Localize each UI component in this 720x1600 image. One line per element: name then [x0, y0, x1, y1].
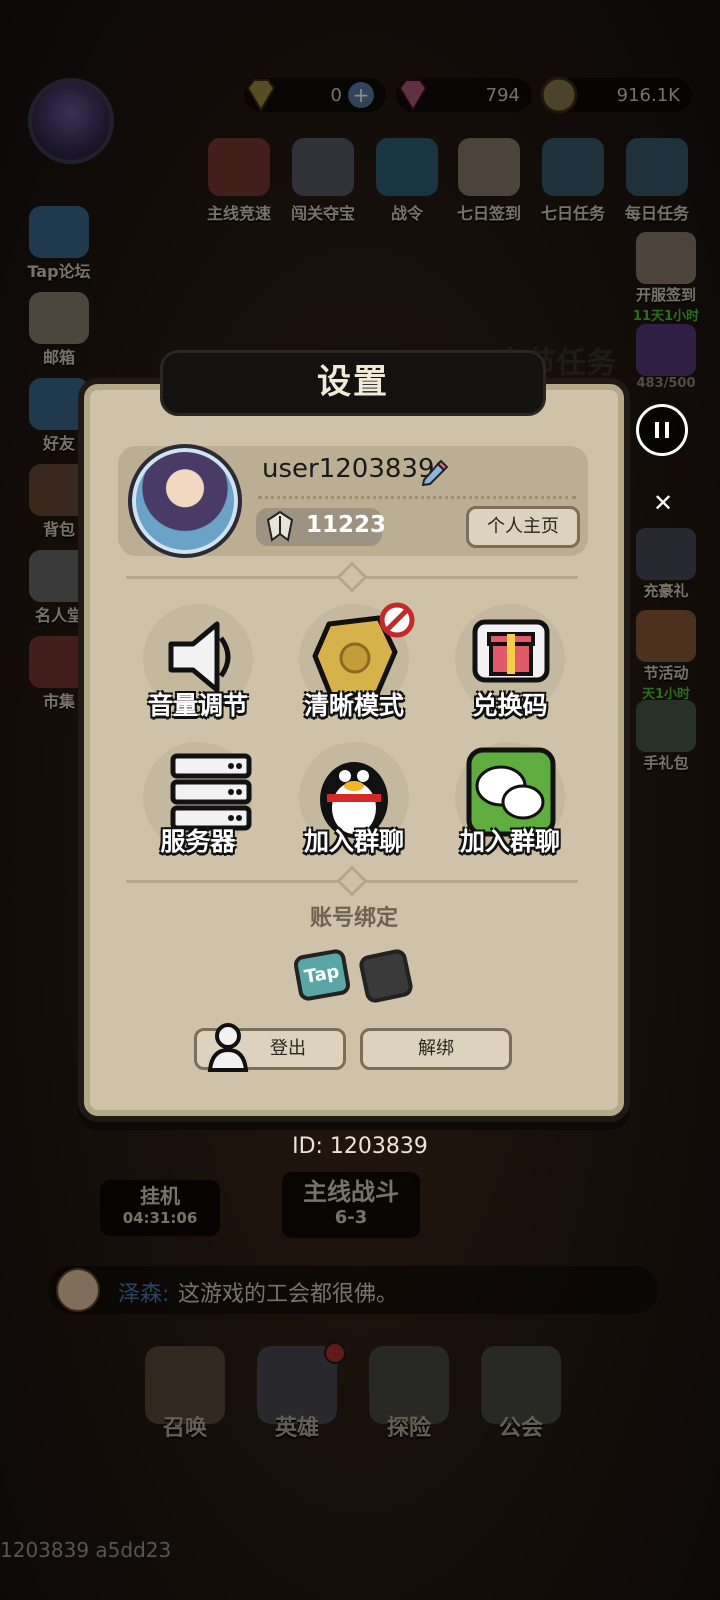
account-bind-label: 账号绑定 [309, 906, 398, 931]
volume-label: 音量调节 [147, 691, 248, 720]
clarity-mode-label: 清晰模式 [303, 691, 404, 720]
tap-bind-icon[interactable]: Tap [292, 947, 352, 1003]
disabled-icon [379, 602, 415, 638]
edit-pencil-icon[interactable] [420, 458, 448, 486]
user-id-text: ID: 1203839 [292, 1134, 428, 1159]
power-icon [266, 510, 294, 542]
profile-avatar[interactable] [128, 444, 242, 558]
join-qq-group-setting[interactable]: 加入群聊 [284, 742, 424, 856]
close-icon[interactable]: ✕ [648, 488, 678, 518]
server-label: 服务器 [160, 827, 236, 856]
clarity-mode-setting[interactable]: 清晰模式 [284, 602, 424, 720]
redeem-code-label: 兑换码 [472, 691, 548, 720]
join-wechat-group-label: 加入群聊 [459, 827, 560, 856]
power-value: 11223 [306, 512, 387, 538]
join-qq-group-label: 加入群聊 [303, 827, 404, 856]
volume-setting[interactable]: 音量调节 [128, 604, 268, 720]
phone-icon[interactable] [357, 947, 415, 1005]
user-icon [207, 1023, 249, 1072]
redeem-code-setting[interactable]: 兑换码 [440, 604, 580, 720]
join-wechat-group-setting[interactable]: 加入群聊 [440, 742, 580, 856]
profile-home-button[interactable]: 个人主页 [466, 506, 580, 548]
username: user1203839 [262, 454, 435, 484]
server-setting[interactable]: 服务器 [128, 742, 268, 856]
unbind-button[interactable]: 解绑 [360, 1028, 512, 1070]
pause-button[interactable] [636, 404, 688, 456]
dialog-title: 设置 [160, 350, 546, 416]
separator [258, 496, 576, 499]
